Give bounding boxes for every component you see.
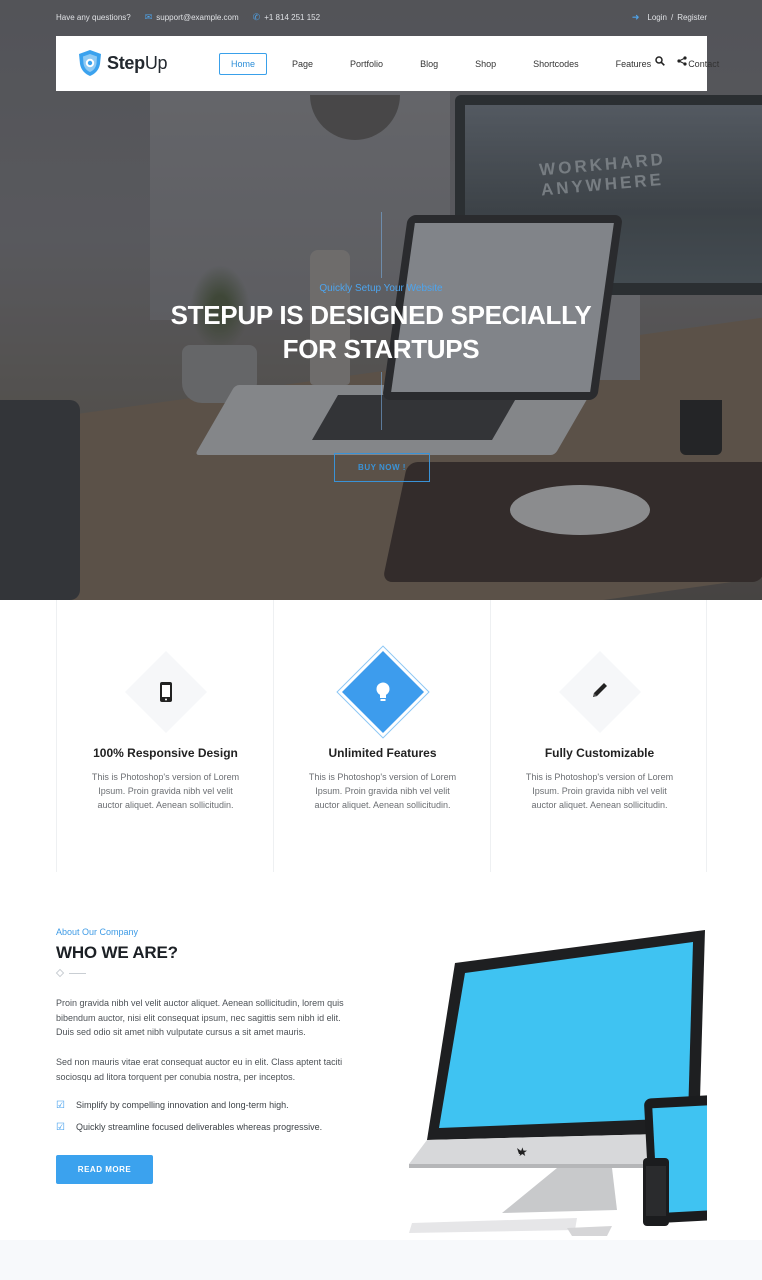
login-divider: /: [670, 13, 674, 22]
about-title: WHO WE ARE?: [56, 943, 178, 962]
brand-name-bold: Step: [107, 52, 145, 73]
lightbulb-icon: [274, 681, 491, 709]
check-list-item: ☑ Quickly streamline focused deliverable…: [56, 1122, 322, 1132]
topbar-phone-text: +1 814 251 152: [264, 13, 321, 22]
hero-subtitle: Quickly Setup Your Website: [319, 283, 443, 294]
feature-title: Fully Customizable: [544, 746, 655, 760]
nav-shortcodes[interactable]: Shortcodes: [521, 53, 591, 75]
check-list-item: ☑ Simplify by compelling innovation and …: [56, 1100, 289, 1110]
features-section: 100% Responsive Design This is Photoshop…: [56, 600, 707, 872]
title-separator: [55, 968, 88, 979]
feature-description: This is Photoshop's version of Lorem Ips…: [525, 772, 674, 810]
footer-band: [0, 1240, 762, 1280]
topbar-email[interactable]: ✉ support@example.com: [145, 12, 239, 23]
brand-logo[interactable]: StepUp: [78, 49, 168, 77]
about-paragraph-2: Sed non mauris vitae erat consequat auct…: [56, 1057, 343, 1082]
pencil-icon: [491, 681, 708, 705]
about-subtitle: About Our Company: [56, 927, 139, 937]
hero-title: STEPUP IS DESIGNED SPECIALLY FOR STARTUP…: [0, 298, 762, 366]
checkbox-icon: ☑: [56, 1099, 65, 1111]
feature-description: This is Photoshop's version of Lorem Ips…: [308, 772, 457, 810]
feature-card: Unlimited Features This is Photoshop's v…: [273, 600, 490, 872]
hero-title-line2: FOR STARTUPS: [282, 334, 480, 364]
mobile-icon: [57, 681, 274, 709]
feature-title: Unlimited Features: [328, 746, 437, 760]
buy-now-button[interactable]: BUY NOW !: [334, 453, 430, 482]
search-icon[interactable]: [655, 56, 665, 66]
feature-card: Fully Customizable This is Photoshop's v…: [490, 600, 707, 872]
brand-name-light: Up: [144, 52, 168, 73]
login-link[interactable]: Login: [647, 13, 667, 22]
hero-title-line1: STEPUP IS DESIGNED SPECIALLY: [170, 300, 592, 330]
check-list-text: Quickly streamline focused deliverables …: [76, 1122, 323, 1132]
topbar-phone[interactable]: ✆ +1 814 251 152: [253, 12, 320, 23]
login-icon: ➜: [631, 12, 640, 22]
topbar-question: Have any questions?: [56, 13, 131, 22]
feature-description: This is Photoshop's version of Lorem Ips…: [91, 772, 240, 810]
shield-logo-icon: [79, 50, 101, 76]
nav-shop[interactable]: Shop: [463, 53, 508, 75]
register-link[interactable]: Register: [677, 13, 707, 22]
feature-title: 100% Responsive Design: [93, 746, 238, 760]
envelope-icon: ✉: [144, 12, 153, 22]
devices-image: ★: [409, 930, 707, 1236]
hero-line-bottom: [381, 372, 382, 430]
share-icon[interactable]: [677, 56, 687, 66]
phone-icon: ✆: [252, 12, 261, 22]
nav-blog[interactable]: Blog: [408, 53, 450, 75]
nav-home[interactable]: Home: [219, 53, 268, 75]
about-paragraph-1: Proin gravida nibh vel velit auctor aliq…: [56, 998, 344, 1037]
topbar: Have any questions? ✉ support@example.com…: [56, 12, 707, 26]
checkbox-icon: ☑: [56, 1121, 65, 1133]
nav-portfolio[interactable]: Portfolio: [338, 53, 395, 75]
check-list-text: Simplify by compelling innovation and lo…: [76, 1100, 289, 1110]
main-navbar: StepUp Home Page Portfolio Blog Shop Sho…: [56, 36, 719, 91]
hero-line-top: [381, 212, 382, 278]
nav-page[interactable]: Page: [280, 53, 325, 75]
topbar-email-text: support@example.com: [156, 13, 239, 22]
feature-card: 100% Responsive Design This is Photoshop…: [56, 600, 273, 872]
read-more-button[interactable]: READ MORE: [56, 1155, 153, 1184]
svg-text:★: ★: [517, 1145, 528, 1159]
